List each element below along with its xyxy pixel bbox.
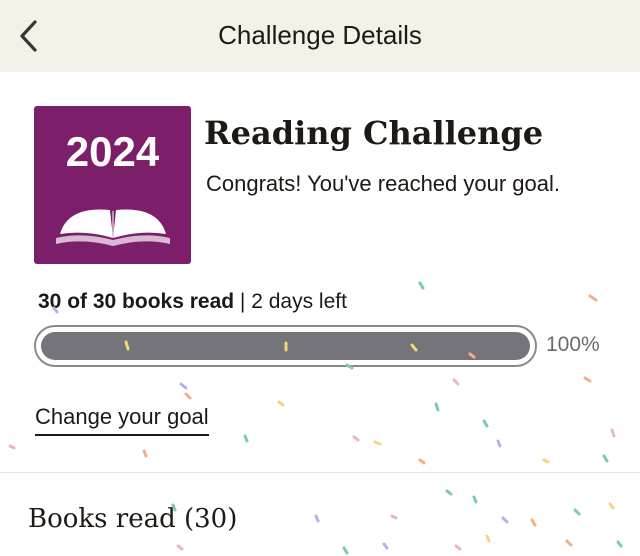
- challenge-title: Reading Challenge: [204, 114, 544, 152]
- books-read-heading: Books read (30): [28, 504, 238, 534]
- days-left: 2 days left: [251, 290, 347, 313]
- page-title: Challenge Details: [218, 20, 422, 50]
- section-divider: [0, 472, 640, 473]
- open-book-icon: [56, 209, 170, 246]
- progress-percent: 100%: [546, 333, 600, 356]
- top-bar: Challenge Details: [0, 0, 640, 72]
- challenge-message: Congrats! You've reached your goal.: [206, 171, 560, 196]
- progress-separator: |: [234, 290, 252, 313]
- progress-summary: 30 of 30 books read | 2 days left: [38, 290, 347, 314]
- progress-bar: [34, 325, 537, 367]
- change-goal-link[interactable]: Change your goal: [35, 404, 209, 436]
- challenge-badge: 2024: [34, 106, 191, 264]
- books-read-count: 30 of 30 books read: [38, 290, 235, 313]
- badge-year: 2024: [65, 128, 160, 175]
- progress-bar-fill: [41, 332, 530, 360]
